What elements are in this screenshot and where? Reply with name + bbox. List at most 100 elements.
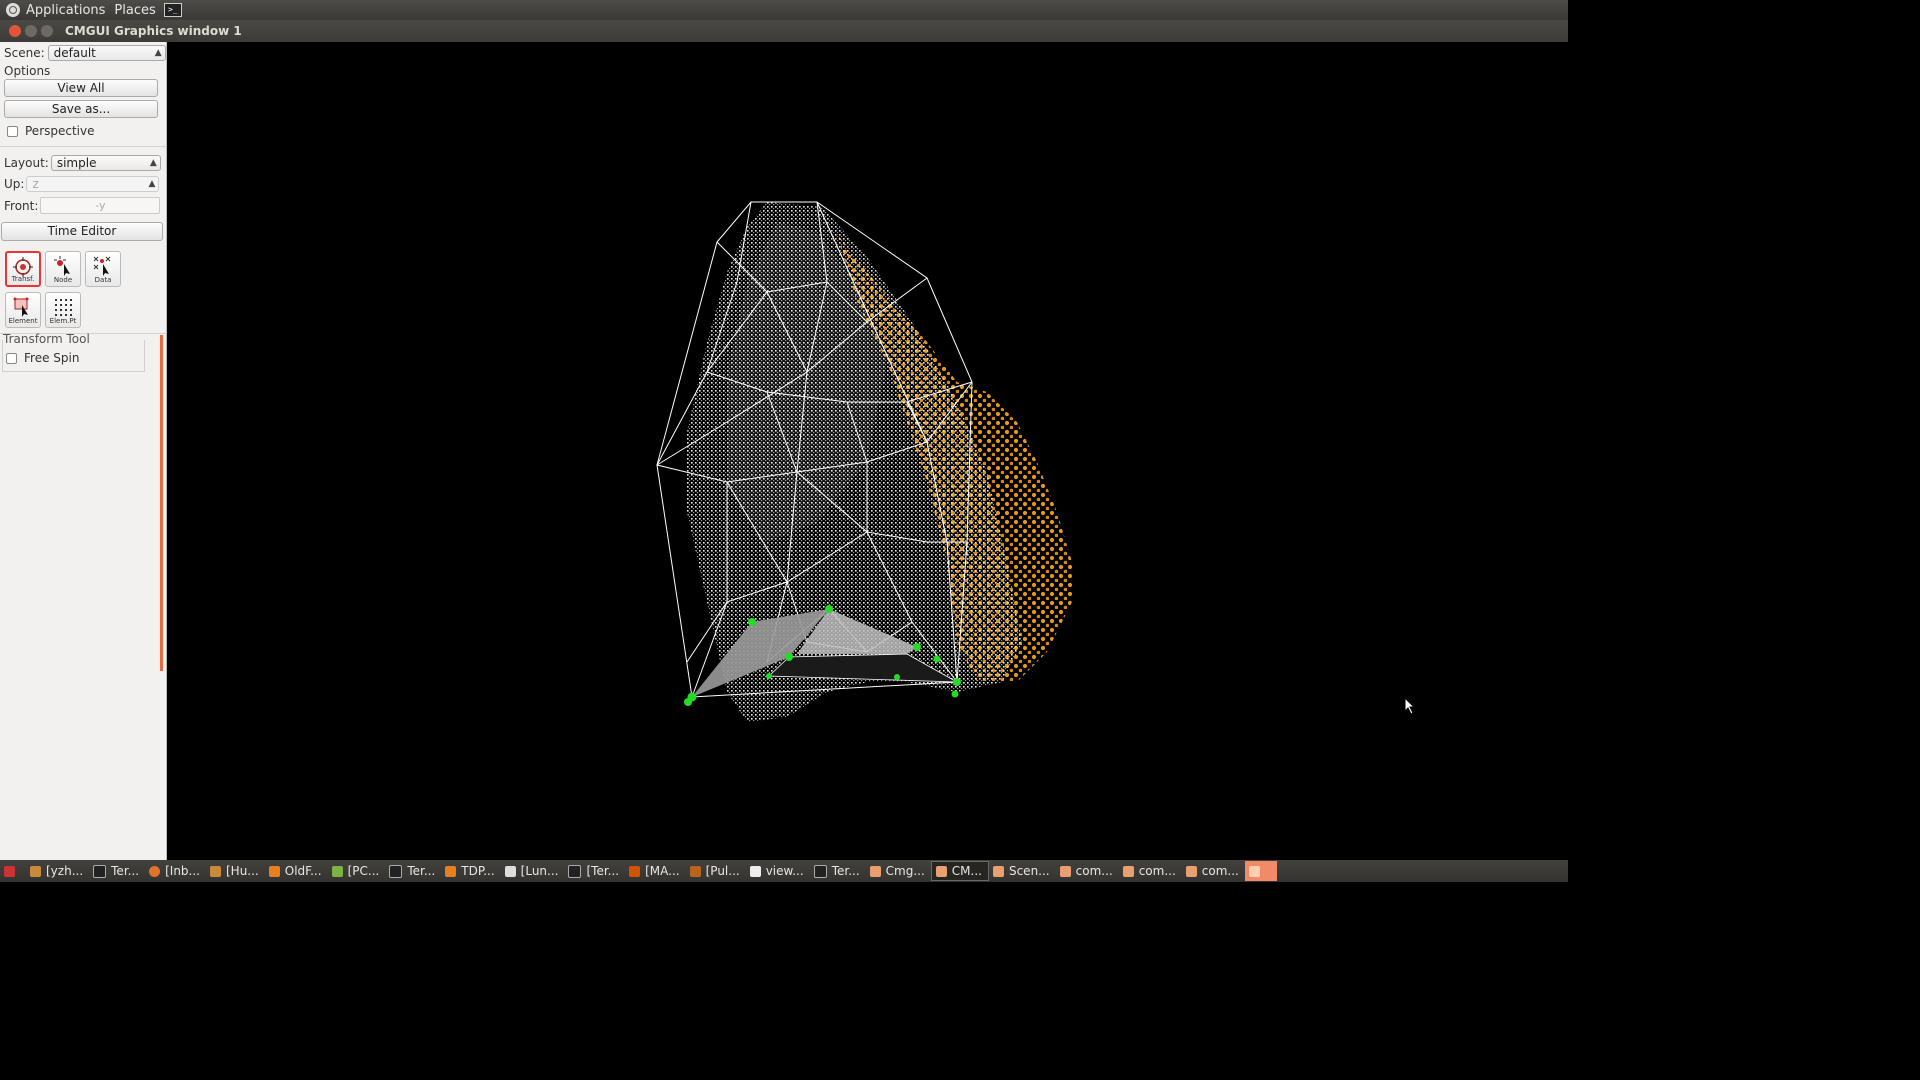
show-desktop-button[interactable] — [0, 861, 26, 881]
maximize-icon[interactable] — [41, 25, 53, 37]
trash-applet[interactable] — [1244, 861, 1277, 881]
taskbar-item[interactable]: [Ter... — [564, 861, 625, 881]
layout-select[interactable]: simple ▲ — [50, 155, 161, 171]
taskbar-item[interactable]: [MA... — [625, 861, 685, 881]
spin-arrows-icon: ▲ — [149, 158, 157, 168]
folder-icon — [209, 865, 221, 877]
element-tool-icon — [13, 297, 29, 317]
perspective-checkbox[interactable] — [7, 125, 18, 137]
window-titlebar: CMGUI Graphics window 1 — [0, 20, 1568, 42]
window-title: CMGUI Graphics window 1 — [65, 24, 242, 38]
taskbar-item-label: Scen... — [1008, 864, 1050, 878]
layout-select-value: simple — [56, 156, 97, 170]
cmgui-icon — [1122, 865, 1134, 877]
up-label: Up: — [4, 177, 25, 191]
firefox-icon — [149, 865, 161, 877]
taskbar-item[interactable]: [Inb... — [145, 861, 206, 881]
tool-label: Element — [8, 317, 38, 325]
taskbar-item-label: view... — [765, 864, 804, 878]
taskbar-item[interactable]: TDP... — [441, 861, 500, 881]
spin-arrows-icon: ▲ — [148, 179, 156, 189]
taskbar-item[interactable]: Scen... — [989, 861, 1056, 881]
terminal-launcher-icon[interactable]: >_ — [163, 3, 182, 17]
scene-label: Scene: — [4, 46, 45, 60]
element-tool-button[interactable]: Element — [5, 292, 41, 328]
taskbar-item[interactable]: [Lun... — [501, 861, 565, 881]
layout-label: Layout: — [4, 156, 49, 170]
free-spin-checkbox[interactable] — [6, 352, 17, 364]
document-icon — [331, 865, 343, 877]
front-row: Front: -y — [4, 197, 161, 214]
scene-select[interactable]: default ▲ — [47, 45, 166, 61]
taskbar-item-label: Ter... — [111, 864, 140, 878]
taskbar-item[interactable]: Ter... — [385, 861, 441, 881]
editor-icon — [504, 865, 516, 877]
front-field[interactable]: -y — [40, 197, 161, 214]
taskbar-item-label: com... — [1138, 864, 1176, 878]
taskbar-item[interactable]: Ter... — [89, 861, 145, 881]
folder-icon — [445, 865, 457, 877]
data-tool-button[interactable]: Data — [85, 251, 121, 287]
taskbar-item-label: [MA... — [645, 864, 680, 878]
lung-mesh-scene[interactable] — [167, 42, 1568, 860]
taskbar: [yzh... Ter... [Inb... [Hu... OldF... [P… — [0, 860, 1568, 882]
spin-arrows-icon: ▲ — [154, 48, 162, 58]
taskbar-item-label: Cmg... — [885, 864, 925, 878]
taskbar-item-label: Ter... — [831, 864, 860, 878]
terminal-icon — [93, 864, 107, 878]
transform-tool-button[interactable]: Transf. — [5, 251, 41, 287]
cmgui-icon — [1059, 865, 1071, 877]
tool-label: Elem.Pt — [49, 317, 77, 325]
scene-select-value: default — [53, 46, 96, 60]
top-panel: Applications Places >_ — [0, 0, 1568, 20]
taskbar-item[interactable]: com... — [1119, 861, 1182, 881]
taskbar-item[interactable]: com... — [1056, 861, 1119, 881]
save-as-button[interactable]: Save as... — [4, 100, 158, 118]
data-tool-icon — [93, 256, 111, 276]
node-tool-button[interactable]: Node — [45, 251, 81, 287]
figure-icon — [689, 865, 701, 877]
taskbar-item[interactable]: Ter... — [810, 861, 866, 881]
element-point-tool-button[interactable]: Elem.Pt — [45, 292, 81, 328]
ubuntu-logo-icon[interactable] — [6, 3, 20, 17]
element-point-tool-icon — [55, 299, 72, 316]
taskbar-item-label: [Pul... — [705, 864, 740, 878]
time-editor-button[interactable]: Time Editor — [1, 222, 163, 241]
taskbar-item[interactable]: view... — [746, 861, 810, 881]
graphics-viewport[interactable] — [167, 42, 1568, 860]
up-row: Up: z ▲ — [4, 176, 160, 192]
taskbar-item[interactable]: [PC... — [328, 861, 386, 881]
mouse-cursor-icon — [1404, 697, 1416, 715]
free-spin-row: Free Spin — [6, 351, 79, 365]
taskbar-item[interactable]: [yzh... — [26, 861, 89, 881]
control-panel: Scene: default ▲ Options View All Save a… — [0, 42, 167, 860]
places-menu[interactable]: Places — [114, 3, 155, 18]
options-label: Options — [4, 64, 51, 78]
editor-icon — [749, 865, 761, 877]
taskbar-item[interactable]: [Hu... — [206, 861, 265, 881]
up-select[interactable]: z ▲ — [26, 176, 160, 192]
layout-row: Layout: simple ▲ — [4, 155, 161, 171]
tool-label: Data — [94, 276, 112, 284]
perspective-row: Perspective — [7, 124, 95, 138]
minimize-icon[interactable] — [25, 25, 37, 37]
front-label: Front: — [4, 198, 39, 213]
taskbar-item[interactable]: [Pul... — [686, 861, 746, 881]
folder-icon — [268, 865, 280, 877]
taskbar-item-active[interactable]: CM... — [930, 861, 989, 881]
divider — [0, 146, 166, 147]
taskbar-item-label: CM... — [951, 864, 982, 878]
taskbar-item-label: [Inb... — [165, 864, 200, 878]
options-row: Options — [4, 64, 50, 78]
taskbar-item-label: [Ter... — [586, 864, 620, 878]
panel-resize-handle[interactable] — [160, 335, 163, 671]
taskbar-item[interactable]: OldF... — [265, 861, 328, 881]
terminal-icon — [568, 864, 582, 878]
applications-menu[interactable]: Applications — [26, 3, 105, 18]
taskbar-item[interactable]: Cmg... — [866, 861, 931, 881]
tool-label: Node — [53, 276, 73, 284]
taskbar-item[interactable]: com... — [1182, 861, 1245, 881]
taskbar-item-label: [yzh... — [46, 864, 84, 878]
view-all-button[interactable]: View All — [4, 79, 158, 97]
close-icon[interactable] — [9, 25, 21, 37]
